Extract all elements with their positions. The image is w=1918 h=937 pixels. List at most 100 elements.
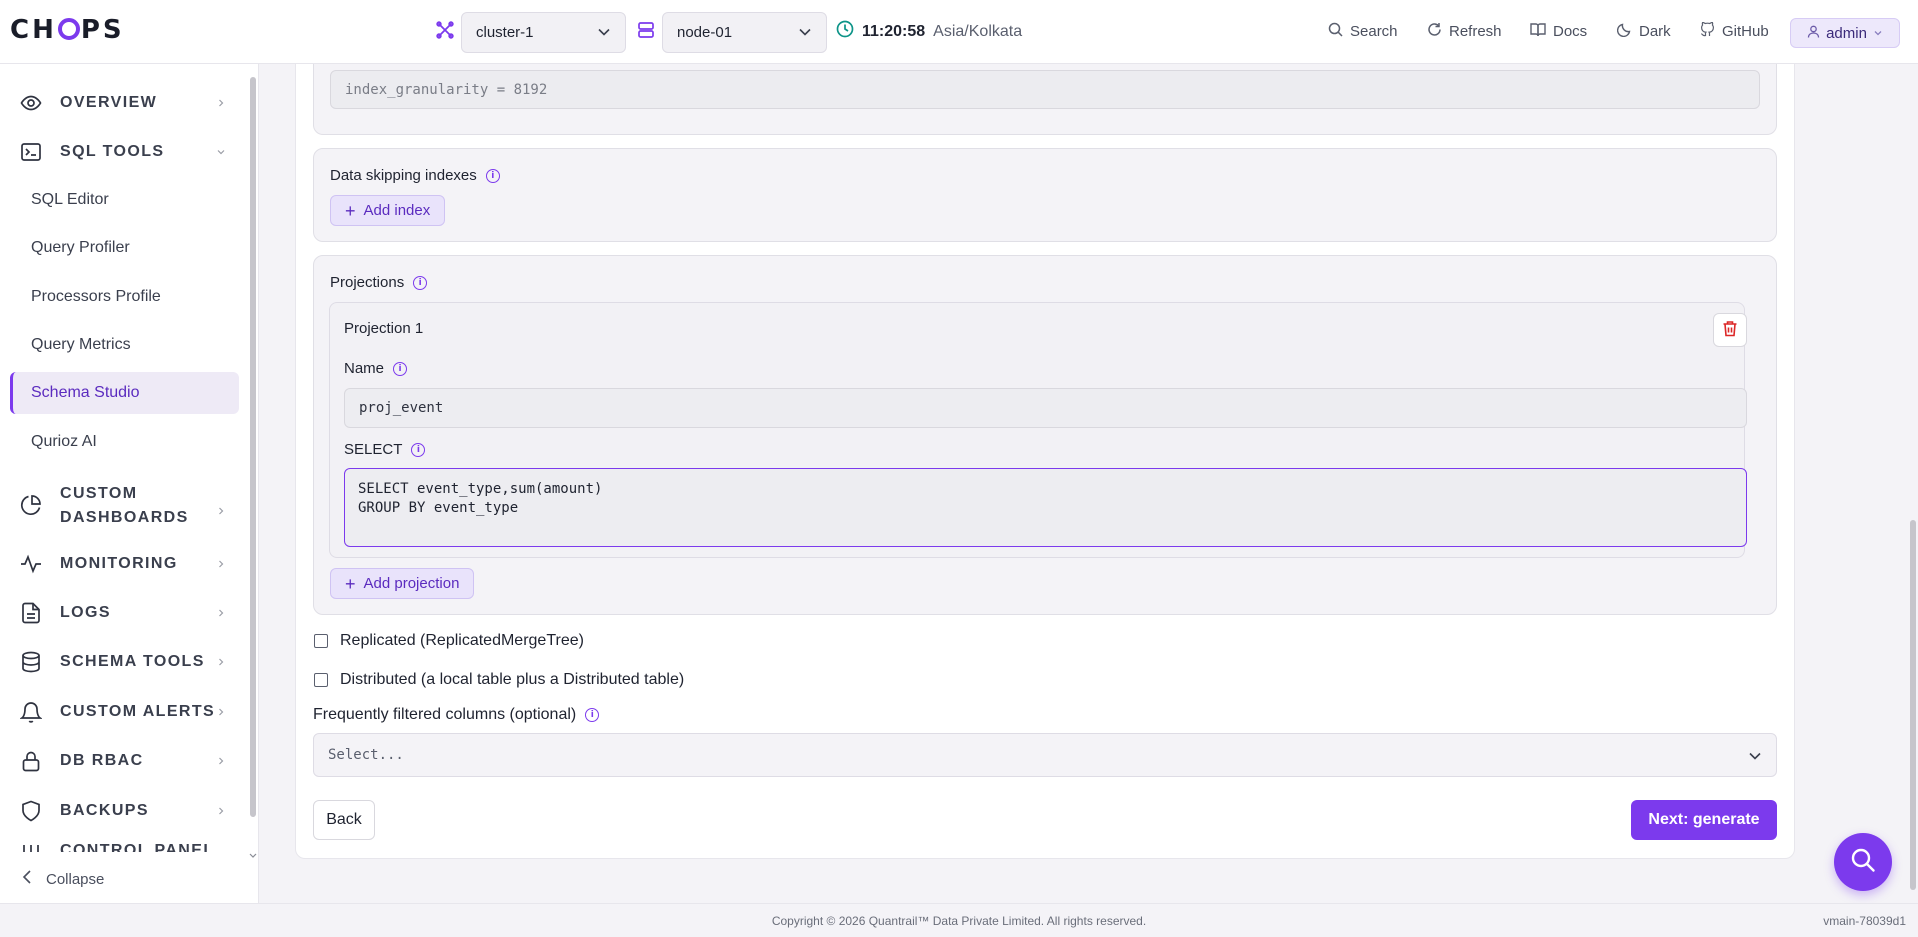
cluster-select-value: cluster-1 [476,24,534,41]
replicated-checkbox-row[interactable]: Replicated (ReplicatedMergeTree) [314,632,584,650]
projection-title-text: Projection 1 [344,320,424,337]
node-select[interactable]: node-01 [662,12,827,53]
sidebar-item-custom-alerts[interactable]: CUSTOM ALERTS [20,701,235,723]
collapse-label: Collapse [46,870,105,888]
chevron-right-icon [217,94,225,112]
back-button[interactable]: Back [313,800,375,840]
node-select-value: node-01 [677,24,733,41]
sidebar-subitem-query-profiler[interactable]: Query Profiler [10,227,239,269]
plus-icon: + [345,200,356,221]
sidebar-item-overview[interactable]: OVERVIEW [20,92,235,114]
github-icon [1700,21,1715,41]
sidebar-subitem-label: Qurioz AI [31,433,97,450]
sidebar-item-db-rbac[interactable]: DB RBAC [20,750,235,772]
chevron-right-icon [217,653,225,671]
logo-ring-icon [57,18,80,40]
chevron-right-icon [217,604,225,622]
search-icon [1328,22,1343,41]
github-link[interactable]: GitHub [1700,21,1769,41]
add-projection-button[interactable]: + Add projection [330,568,475,599]
sidebar-subitem-schema-studio[interactable]: Schema Studio [10,372,239,414]
sidebar-item-label: OVERVIEW [60,94,158,111]
refresh-link[interactable]: Refresh [1427,22,1502,41]
sidebar-item-label: LOGS [60,604,111,621]
chevron-right-icon [217,703,225,721]
info-icon[interactable]: i [413,275,428,290]
collapse-sidebar-button[interactable]: Collapse [22,870,104,888]
sidebar-item-schema-tools[interactable]: SCHEMA TOOLS [20,651,235,673]
sidebar-item-label: SQL TOOLS [60,143,165,160]
settings-input-value: index_granularity = 8192 [345,81,548,98]
footer-copyright: Copyright © 2026 Quantrail™ Data Private… [771,914,1147,928]
sidebar-subitem-label: Query Metrics [31,336,131,353]
projection-select-label: SELECT i [344,441,426,458]
sidebar-item-custom-dashboards[interactable]: CUSTOM DASHBOARDS [20,482,235,530]
file-text-icon [20,602,42,624]
docs-link[interactable]: Docs [1530,22,1587,41]
data-skipping-indexes-text: Data skipping indexes [330,167,477,184]
info-icon[interactable]: i [411,442,426,457]
sidebar-item-monitoring[interactable]: MONITORING [20,553,235,575]
projections-label: Projections i [330,274,428,291]
distributed-checkbox-row[interactable]: Distributed (a local table plus a Distri… [314,671,684,689]
book-icon [1530,22,1546,41]
chevron-right-icon [217,752,225,770]
page-scrollbar[interactable] [1910,520,1916,890]
projection-name-value: proj_event [359,400,444,416]
refresh-icon [1427,22,1442,41]
projection-name-label-text: Name [344,360,385,377]
sidebar-item-control-panel[interactable]: CONTROL PANEL [20,842,235,852]
app-logo[interactable]: CH PS [10,15,125,45]
sidebar-subitem-label: SQL Editor [31,191,109,208]
moon-icon [1616,22,1632,41]
chevron-down-icon [1873,25,1883,42]
sidebar-subitem-qurioz-ai[interactable]: Qurioz AI [10,421,239,463]
top-header: CH PS cluster-1 node-01 11:20:58 Asia/Kol… [0,0,1918,64]
chevron-left-icon [22,870,32,888]
sidebar-item-label-wrap: CUSTOM DASHBOARDS [60,482,189,530]
sidebar-subitem-query-metrics[interactable]: Query Metrics [10,324,239,366]
terminal-icon [20,141,42,163]
footer-version: vmain-78039d1 [1823,914,1906,928]
distributed-checkbox-label: Distributed (a local table plus a Distri… [340,671,685,688]
clock-icon [836,20,854,43]
add-projection-label: Add projection [363,575,460,592]
add-index-button[interactable]: + Add index [330,195,446,226]
sidebar-subitem-sql-editor[interactable]: SQL Editor [10,179,239,221]
sidebar-item-sql-tools[interactable]: SQL TOOLS [20,141,235,163]
shield-icon [20,800,42,822]
info-icon[interactable]: i [585,708,600,722]
sidebar-subitem-label: Query Profiler [31,239,130,256]
info-icon[interactable]: i [393,361,408,376]
sidebar-item-label: CONTROL PANEL [60,842,215,852]
user-menu-button[interactable]: admin [1790,18,1900,48]
dark-mode-toggle[interactable]: Dark [1616,22,1671,41]
replicated-checkbox-label: Replicated (ReplicatedMergeTree) [340,632,584,649]
sidebar-item-backups[interactable]: BACKUPS [20,800,235,822]
projection-name-input[interactable]: proj_event [344,388,1747,428]
trash-icon [1722,320,1738,341]
back-button-label: Back [326,811,362,828]
chevron-right-icon [217,555,225,573]
sidebar-scrollbar[interactable] [250,77,256,817]
projection-select-textarea[interactable]: SELECT event_type,sum(amount) GROUP BY e… [344,468,1747,547]
bell-icon [20,701,42,723]
next-generate-button[interactable]: Next: generate [1631,800,1777,840]
sidebar-item-logs[interactable]: LOGS [20,602,235,624]
delete-projection-button[interactable] [1713,313,1747,347]
next-generate-label: Next: generate [1648,811,1760,828]
projection-title: Projection 1 [344,320,423,337]
scroll-down-arrow-icon[interactable] [249,846,257,863]
cluster-select[interactable]: cluster-1 [461,12,626,53]
search-link[interactable]: Search [1328,22,1398,41]
floating-search-button[interactable] [1834,833,1892,891]
filtered-columns-select[interactable]: Select... [313,733,1777,777]
replicated-checkbox[interactable] [314,634,328,648]
distributed-checkbox[interactable] [314,673,328,687]
sidebar-subitem-processors-profile[interactable]: Processors Profile [10,276,239,318]
settings-input[interactable]: index_granularity = 8192 [330,70,1760,109]
pie-chart-icon [20,494,42,516]
search-link-label: Search [1350,23,1398,40]
info-icon[interactable]: i [485,168,500,183]
cluster-icon [436,21,454,39]
